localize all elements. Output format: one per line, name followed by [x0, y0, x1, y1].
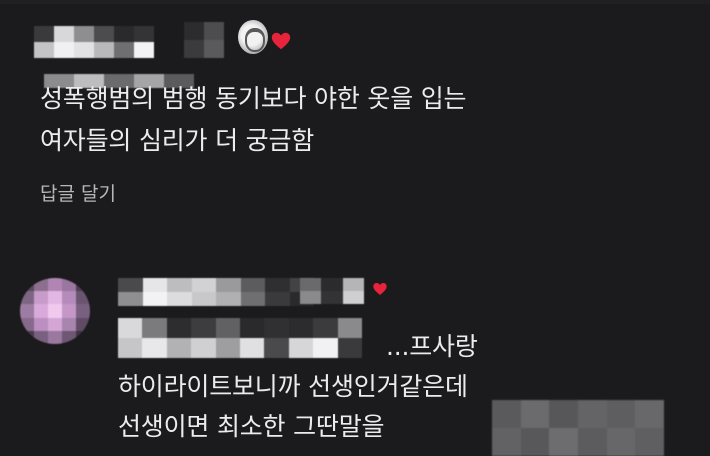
- comment-body-line: 하이라이트보니까 선생인거같은데: [118, 372, 468, 401]
- heart-icon: [270, 30, 292, 52]
- heart-icon: [372, 281, 388, 297]
- author-reaction-avatar: [238, 20, 268, 54]
- redacted-author-name: [118, 278, 314, 306]
- reply-button[interactable]: 답글 달기: [40, 180, 116, 208]
- redacted-text: [118, 318, 362, 358]
- redacted-trailing-text: [492, 400, 664, 456]
- comment-body-line: 선생이면 최소한 그딴말을: [118, 412, 385, 441]
- comment-body-line: 성폭행범의 범행 동기보다 야한 옷을 입는: [40, 84, 467, 113]
- redacted-author-meta: [184, 22, 224, 58]
- comment-body-line: 여자들의 심리가 더 궁금함: [40, 126, 315, 155]
- redacted-avatar: [20, 278, 90, 344]
- redacted-author-meta: [300, 278, 364, 304]
- comment-2: ...프사랑 하이라이트보니까 선생인거같은데 선생이면 최소한 그딴말을: [0, 260, 710, 456]
- comment-body-line: ...프사랑: [386, 332, 478, 361]
- comment-1: 성폭행범의 범행 동기보다 야한 옷을 입는 여자들의 심리가 더 궁금함 답글…: [0, 0, 710, 230]
- redacted-author-name: [34, 26, 154, 58]
- comment-thread: 성폭행범의 범행 동기보다 야한 옷을 입는 여자들의 심리가 더 궁금함 답글…: [0, 0, 710, 456]
